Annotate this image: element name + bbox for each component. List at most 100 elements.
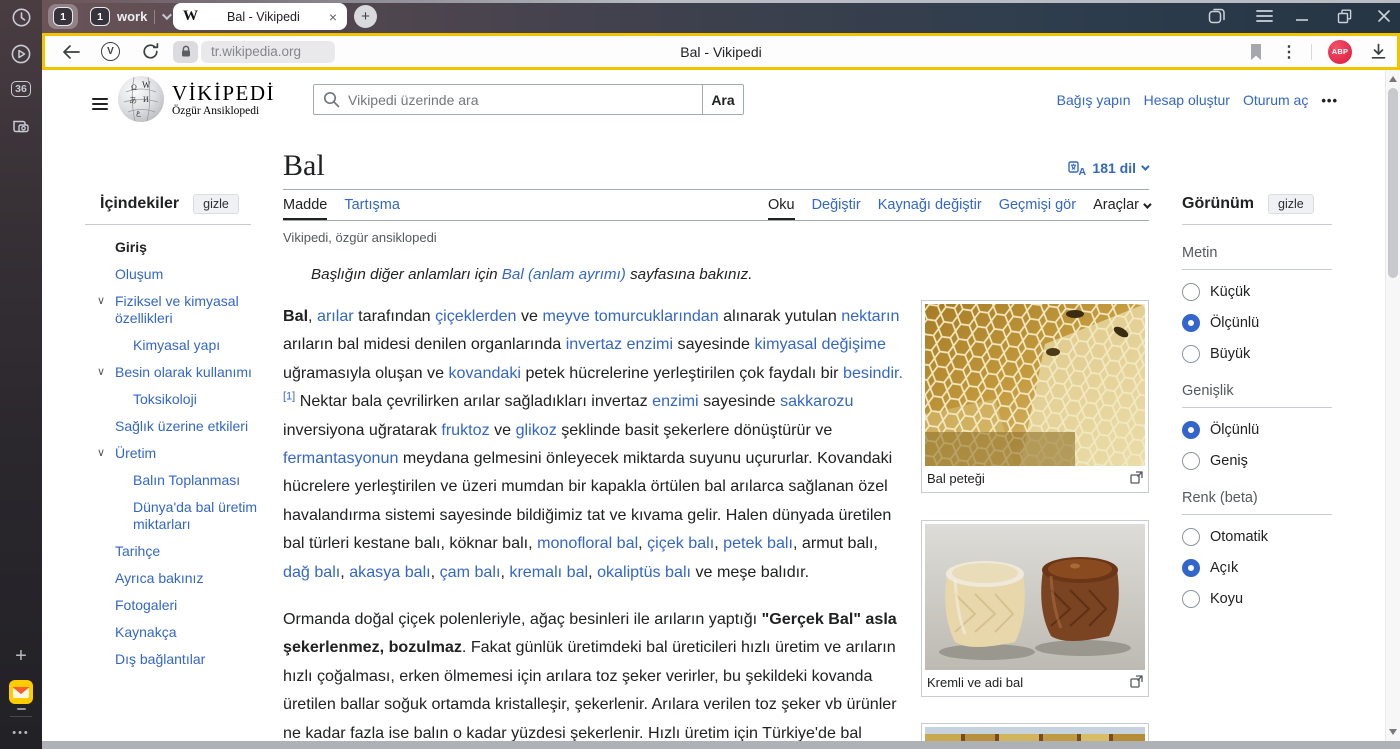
chevron-down-icon[interactable] [162, 10, 172, 20]
history-clock-icon[interactable] [0, 7, 42, 28]
toc-item-olu-um[interactable]: Oluşum [100, 266, 282, 283]
tab-close-icon[interactable]: × [329, 10, 337, 24]
toc-item-fiziksel-ve-kimyasal-zellikleri[interactable]: ∨Fiziksel ve kimyasal özellikleri [100, 293, 282, 327]
toc-link[interactable]: Dünya'da bal üretim miktarları [133, 499, 257, 532]
radio-unselected-icon[interactable] [1182, 452, 1200, 470]
create-account-link[interactable]: Hesap oluştur [1144, 92, 1230, 108]
article-link[interactable]: glikoz [516, 421, 557, 439]
radio-option-k-k[interactable]: Küçük [1182, 283, 1332, 301]
donate-link[interactable]: Bağış yapın [1057, 92, 1131, 108]
article-link[interactable]: çam balı [440, 563, 501, 581]
radio-option-otomatik[interactable]: Otomatik [1182, 528, 1332, 546]
login-link[interactable]: Oturum aç [1243, 92, 1308, 108]
toc-link[interactable]: Toksikoloji [133, 391, 197, 407]
article-link[interactable]: fermantasyonun [283, 449, 398, 467]
article-link[interactable]: petek balı [723, 534, 793, 552]
article-link[interactable]: monofloral bal [537, 534, 638, 552]
enlarge-icon[interactable] [1130, 675, 1143, 688]
extensions-kebab-icon[interactable]: ⋮ [1281, 42, 1297, 62]
thumbnail-honey-shelf[interactable] [921, 723, 1149, 741]
site-security-lock-icon[interactable] [173, 41, 198, 63]
toc-item-kimyasal-yap[interactable]: Kimyasal yapı [100, 337, 282, 354]
radio-option-l-nl[interactable]: Ölçünlü [1182, 421, 1332, 439]
toc-item-sa-l-k-zerine-etkileri[interactable]: Sağlık üzerine etkileri [100, 418, 282, 435]
article-link[interactable]: sakkarozu [780, 392, 853, 410]
article-link[interactable]: çiçek balı [647, 534, 714, 552]
browser-menu-icon[interactable] [1254, 7, 1274, 25]
toc-item-d-nya-da-bal-retim-miktarlar[interactable]: Dünya'da bal üretim miktarları [100, 499, 282, 533]
article-link[interactable]: okaliptüs balı [597, 563, 691, 581]
yandex-mail-icon[interactable] [0, 679, 42, 705]
article-link[interactable]: kimyasal değişime [754, 335, 885, 353]
radio-option-b-y-k[interactable]: Büyük [1182, 345, 1332, 363]
tab-counter-icon[interactable]: 36 [0, 81, 42, 97]
thumbnail-honeycomb[interactable]: Bal peteği [921, 300, 1149, 493]
wikipedia-wordmark[interactable]: VİKİPEDİ Özgür Ansiklopedi [172, 82, 275, 117]
toc-link[interactable]: Fotogaleri [115, 597, 177, 613]
toc-link[interactable]: Oluşum [115, 266, 163, 282]
page-tab-madde[interactable]: Madde [283, 197, 327, 220]
toc-link[interactable]: Sağlık üzerine etkileri [115, 418, 248, 434]
radio-option-a-k[interactable]: Açık [1182, 559, 1332, 577]
radio-unselected-icon[interactable] [1182, 345, 1200, 363]
article-link[interactable]: dağ balı [283, 563, 340, 581]
sidebar-add-plus-icon[interactable]: + [0, 645, 42, 668]
appearance-hide-button[interactable]: gizle [1268, 194, 1314, 214]
downloads-button[interactable] [1370, 43, 1387, 60]
radio-selected-icon[interactable] [1182, 314, 1200, 332]
media-player-icon[interactable] [0, 43, 42, 65]
search-submit-button[interactable]: Ara [703, 84, 744, 115]
url-field[interactable]: tr.wikipedia.org [201, 41, 335, 63]
toc-item-ayr-ca-bak-n-z[interactable]: Ayrıca bakınız [100, 570, 282, 587]
side-panels-icon[interactable] [1207, 7, 1227, 25]
article-link[interactable]: fruktoz [441, 421, 489, 439]
toc-item-d-ba-lant-lar[interactable]: Dış bağlantılar [100, 651, 282, 668]
scroll-up-arrow[interactable] [1386, 72, 1400, 86]
toc-item-kaynak-a[interactable]: Kaynakça [100, 624, 282, 641]
chevron-down-icon[interactable]: ∨ [97, 293, 105, 310]
user-menu-dots-icon[interactable]: ••• [1321, 93, 1338, 108]
radio-selected-icon[interactable] [1182, 421, 1200, 439]
toc-link[interactable]: Kaynakça [115, 624, 176, 640]
toc-item-retim[interactable]: ∨Üretim [100, 445, 282, 462]
toc-item-tarih-e[interactable]: Tarihçe [100, 543, 282, 560]
article-link[interactable]: meyve tomurcuklarından [542, 307, 718, 325]
radio-option-geni[interactable]: Geniş [1182, 452, 1332, 470]
article-link[interactable]: invertaz enzimi [566, 335, 673, 353]
toc-item-fotogaleri[interactable]: Fotogaleri [100, 597, 282, 614]
toc-link[interactable]: Dış bağlantılar [115, 651, 205, 667]
window-restore-button[interactable] [1334, 7, 1354, 25]
toc-hide-button[interactable]: gizle [193, 194, 239, 214]
wikipedia-globe-logo[interactable]: Ω W あ И ع [116, 74, 166, 124]
search-input[interactable] [313, 84, 703, 115]
article-link[interactable]: nektarın [841, 307, 899, 325]
radio-option-l-nl[interactable]: Ölçünlü [1182, 314, 1332, 332]
radio-option-koyu[interactable]: Koyu [1182, 590, 1332, 608]
language-selector-button[interactable]: A 181 dil [1068, 160, 1147, 176]
toc-link[interactable]: Besin olarak kullanımı [115, 364, 252, 380]
toc-link[interactable]: Giriş [115, 239, 147, 255]
page-tab-ara-lar[interactable]: Araçlar [1093, 197, 1149, 220]
article-link[interactable]: kremalı bal [509, 563, 588, 581]
reload-button[interactable] [141, 42, 160, 61]
article-link[interactable]: besindir. [843, 364, 903, 382]
window-close-button[interactable] [1374, 7, 1394, 25]
adblock-plus-extension[interactable]: ABP [1328, 40, 1352, 64]
reference-link[interactable]: [1] [283, 391, 295, 403]
enlarge-icon[interactable] [1130, 471, 1143, 484]
back-button[interactable] [61, 44, 81, 60]
horizontal-scrollbar[interactable] [42, 741, 1400, 749]
screenshot-camera-icon[interactable] [0, 115, 42, 137]
toc-item-bal-n-toplanmas[interactable]: Balın Toplanması [100, 472, 282, 489]
window-minimize-button[interactable] [1292, 7, 1312, 25]
toc-link[interactable]: Balın Toplanması [133, 472, 240, 488]
page-tab-oku[interactable]: Oku [768, 197, 795, 220]
page-scrollbar[interactable] [1385, 70, 1400, 741]
toc-item-giri[interactable]: Giriş [100, 239, 282, 256]
article-link[interactable]: Bal (anlam ayrımı) [502, 266, 626, 283]
wiki-menu-hamburger-icon[interactable] [85, 91, 115, 117]
toc-link[interactable]: Tarihçe [115, 543, 160, 559]
browser-tab-active[interactable]: W Bal - Vikipedi × [173, 3, 347, 30]
article-link[interactable]: akasya balı [349, 563, 430, 581]
scroll-down-arrow[interactable] [1386, 725, 1400, 739]
